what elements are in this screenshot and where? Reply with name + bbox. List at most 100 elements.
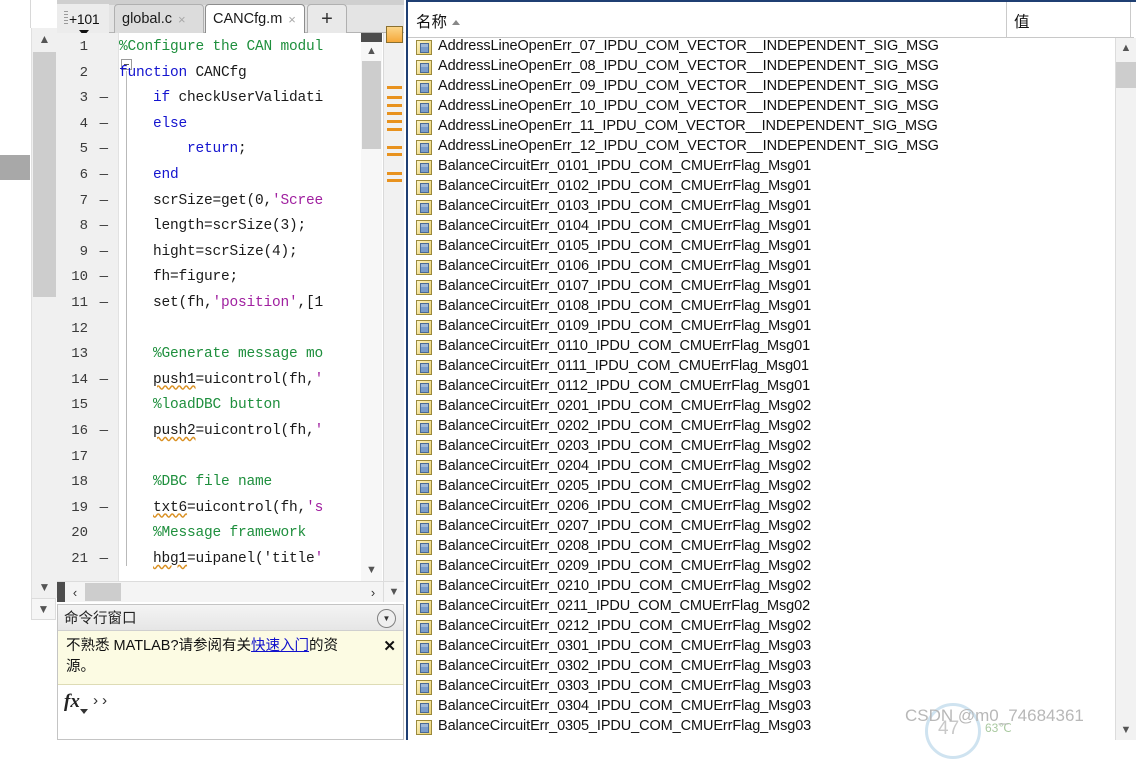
analyzer-warning-mark[interactable] [387, 96, 402, 99]
editor-scroll-down-icon[interactable]: ▼ [383, 582, 404, 602]
executable-line-marker[interactable]: — [100, 193, 108, 209]
column-header-value[interactable]: 值 [1014, 10, 1030, 32]
tab-close-icon[interactable]: × [178, 13, 186, 26]
variable-name-cell[interactable]: BalanceCircuitErr_0103_IPDU_COM_CMUErrFl… [438, 198, 811, 214]
banner-link[interactable]: 快速入门 [251, 638, 309, 654]
table-row[interactable]: BalanceCircuitErr_0106_IPDU_COM_CMUErrFl… [408, 258, 1116, 278]
new-tab-button[interactable]: + [307, 4, 347, 33]
analyzer-warning-mark[interactable] [387, 179, 402, 182]
table-row[interactable]: BalanceCircuitErr_0204_IPDU_COM_CMUErrFl… [408, 458, 1116, 478]
table-row[interactable]: AddressLineOpenErr_12_IPDU_COM_VECTOR__I… [408, 138, 1116, 158]
code-line[interactable]: %Message framework [119, 525, 306, 541]
analyzer-warning-mark[interactable] [387, 128, 402, 131]
executable-line-marker[interactable]: — [100, 218, 108, 234]
outer-collapse-chevron-icon[interactable]: ▼ [31, 598, 56, 620]
variable-name-cell[interactable]: BalanceCircuitErr_0104_IPDU_COM_CMUErrFl… [438, 218, 811, 234]
executable-line-marker[interactable]: — [100, 90, 108, 106]
variable-name-cell[interactable]: AddressLineOpenErr_07_IPDU_COM_VECTOR__I… [438, 38, 939, 54]
variable-name-cell[interactable]: BalanceCircuitErr_0212_IPDU_COM_CMUErrFl… [438, 618, 811, 634]
code-line[interactable]: hight=scrSize(4); [119, 244, 298, 260]
code-line[interactable]: fh=figure; [119, 269, 238, 285]
workspace-vertical-scrollbar[interactable]: ▲ ▼ [1115, 38, 1136, 740]
column-divider[interactable] [1130, 2, 1131, 38]
table-row[interactable]: BalanceCircuitErr_0208_IPDU_COM_CMUErrFl… [408, 538, 1116, 558]
tab-global-c[interactable]: global.c × [114, 4, 204, 33]
table-row[interactable]: BalanceCircuitErr_0109_IPDU_COM_CMUErrFl… [408, 318, 1116, 338]
variable-name-cell[interactable]: BalanceCircuitErr_0303_IPDU_COM_CMUErrFl… [438, 678, 811, 694]
table-row[interactable]: AddressLineOpenErr_09_IPDU_COM_VECTOR__I… [408, 78, 1116, 98]
table-row[interactable]: BalanceCircuitErr_0110_IPDU_COM_CMUErrFl… [408, 338, 1116, 358]
scroll-down-icon[interactable]: ▼ [361, 561, 382, 579]
command-input-area[interactable]: fx ›› [58, 685, 403, 739]
code-analyzer-status-icon[interactable] [386, 26, 403, 43]
code-line[interactable]: end [119, 167, 179, 183]
table-row[interactable]: BalanceCircuitErr_0210_IPDU_COM_CMUErrFl… [408, 578, 1116, 598]
tab-cancfg-m[interactable]: CANCfg.m × [205, 4, 305, 33]
variable-name-cell[interactable]: BalanceCircuitErr_0207_IPDU_COM_CMUErrFl… [438, 518, 811, 534]
variable-name-cell[interactable]: BalanceCircuitErr_0204_IPDU_COM_CMUErrFl… [438, 458, 811, 474]
table-row[interactable]: BalanceCircuitErr_0211_IPDU_COM_CMUErrFl… [408, 598, 1116, 618]
executable-line-marker[interactable]: — [100, 244, 108, 260]
fx-caret-icon[interactable] [80, 709, 88, 714]
table-row[interactable]: BalanceCircuitErr_0205_IPDU_COM_CMUErrFl… [408, 478, 1116, 498]
table-row[interactable]: BalanceCircuitErr_0207_IPDU_COM_CMUErrFl… [408, 518, 1116, 538]
variable-name-cell[interactable]: AddressLineOpenErr_12_IPDU_COM_VECTOR__I… [438, 138, 939, 154]
code-line[interactable]: %Generate message mo [119, 346, 323, 362]
table-row[interactable]: BalanceCircuitErr_0201_IPDU_COM_CMUErrFl… [408, 398, 1116, 418]
column-header-name[interactable]: 名称 [416, 10, 461, 32]
variable-name-cell[interactable]: BalanceCircuitErr_0304_IPDU_COM_CMUErrFl… [438, 698, 811, 714]
fx-icon[interactable]: fx [64, 691, 80, 713]
hscrollbar-thumb[interactable] [85, 583, 121, 601]
variable-name-cell[interactable]: BalanceCircuitErr_0210_IPDU_COM_CMUErrFl… [438, 578, 811, 594]
code-line[interactable]: txt6=uicontrol(fh,'s [119, 500, 323, 516]
code-line[interactable]: hbg1=uipanel('title' [119, 551, 323, 567]
variable-name-cell[interactable]: BalanceCircuitErr_0302_IPDU_COM_CMUErrFl… [438, 658, 811, 674]
variable-name-cell[interactable]: BalanceCircuitErr_0206_IPDU_COM_CMUErrFl… [438, 498, 811, 514]
variable-name-cell[interactable]: BalanceCircuitErr_0110_IPDU_COM_CMUErrFl… [438, 338, 810, 354]
tab-overflow-count[interactable]: +101 [57, 4, 109, 36]
variable-name-cell[interactable]: BalanceCircuitErr_0109_IPDU_COM_CMUErrFl… [438, 318, 811, 334]
scroll-up-icon[interactable]: ▲ [361, 42, 382, 60]
table-row[interactable]: BalanceCircuitErr_0107_IPDU_COM_CMUErrFl… [408, 278, 1116, 298]
variable-name-cell[interactable]: BalanceCircuitErr_0202_IPDU_COM_CMUErrFl… [438, 418, 811, 434]
column-divider[interactable] [1006, 2, 1007, 38]
table-row[interactable]: BalanceCircuitErr_0301_IPDU_COM_CMUErrFl… [408, 638, 1116, 658]
code-line[interactable]: %loadDBC button [119, 397, 281, 413]
table-row[interactable]: BalanceCircuitErr_0104_IPDU_COM_CMUErrFl… [408, 218, 1116, 238]
variable-name-cell[interactable]: AddressLineOpenErr_08_IPDU_COM_VECTOR__I… [438, 58, 939, 74]
variable-name-cell[interactable]: BalanceCircuitErr_0211_IPDU_COM_CMUErrFl… [438, 598, 810, 614]
variable-name-cell[interactable]: BalanceCircuitErr_0305_IPDU_COM_CMUErrFl… [438, 718, 811, 734]
code-line[interactable]: else [119, 116, 187, 132]
outer-vertical-scrollbar[interactable]: ▲ ▼ [31, 28, 57, 598]
variable-name-cell[interactable]: AddressLineOpenErr_11_IPDU_COM_VECTOR__I… [438, 118, 938, 134]
variable-name-cell[interactable]: BalanceCircuitErr_0201_IPDU_COM_CMUErrFl… [438, 398, 811, 414]
code-analyzer-marker-strip[interactable] [383, 26, 404, 581]
scroll-left-icon[interactable]: ‹ [66, 582, 84, 602]
variable-name-cell[interactable]: BalanceCircuitErr_0108_IPDU_COM_CMUErrFl… [438, 298, 811, 314]
executable-line-marker[interactable]: — [100, 116, 108, 132]
variable-name-cell[interactable]: AddressLineOpenErr_09_IPDU_COM_VECTOR__I… [438, 78, 939, 94]
table-row[interactable]: BalanceCircuitErr_0302_IPDU_COM_CMUErrFl… [408, 658, 1116, 678]
code-text-area[interactable]: 1 2 3—4—5—6—7—8—9—10—11—12 13 14—15 16—17 18 19… [57, 33, 404, 581]
table-row[interactable]: BalanceCircuitErr_0203_IPDU_COM_CMUErrFl… [408, 438, 1116, 458]
code-line[interactable]: if checkUserValidati [119, 90, 323, 106]
analyzer-warning-mark[interactable] [387, 112, 402, 115]
scrollbar-thumb[interactable] [1116, 62, 1136, 88]
code-line[interactable]: push1=uicontrol(fh,' [119, 372, 323, 388]
executable-line-marker[interactable]: — [100, 295, 108, 311]
analyzer-warning-mark[interactable] [387, 104, 402, 107]
table-row[interactable]: BalanceCircuitErr_0202_IPDU_COM_CMUErrFl… [408, 418, 1116, 438]
scroll-up-icon[interactable]: ▲ [1116, 38, 1136, 58]
table-row[interactable]: BalanceCircuitErr_0303_IPDU_COM_CMUErrFl… [408, 678, 1116, 698]
analyzer-warning-mark[interactable] [387, 120, 402, 123]
executable-line-marker[interactable]: — [100, 167, 108, 183]
table-row[interactable]: BalanceCircuitErr_0112_IPDU_COM_CMUErrFl… [408, 378, 1116, 398]
variable-name-cell[interactable]: BalanceCircuitErr_0208_IPDU_COM_CMUErrFl… [438, 538, 811, 554]
panel-options-icon[interactable]: ▼ [377, 609, 396, 628]
editor-horizontal-scrollbar[interactable]: ‹ › ▼ [57, 581, 404, 602]
executable-line-marker[interactable]: — [100, 372, 108, 388]
editor-vertical-scrollbar[interactable]: ▲ ▼ [361, 33, 382, 581]
table-row[interactable]: AddressLineOpenErr_08_IPDU_COM_VECTOR__I… [408, 58, 1116, 78]
code-line[interactable]: scrSize=get(0,'Scree [119, 193, 323, 209]
variable-name-cell[interactable]: BalanceCircuitErr_0107_IPDU_COM_CMUErrFl… [438, 278, 811, 294]
